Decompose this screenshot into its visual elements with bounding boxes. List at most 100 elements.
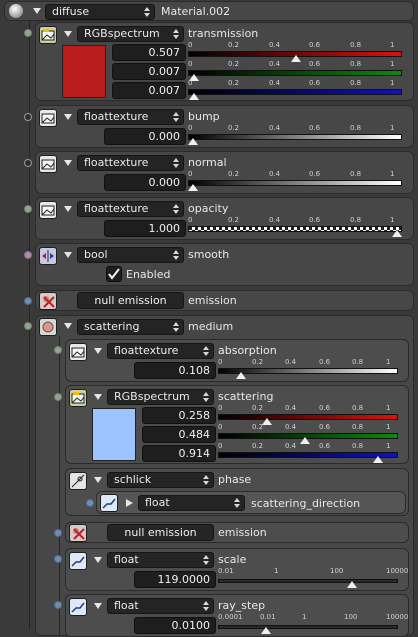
normal-type-dropdown[interactable]: floattexture (77, 155, 184, 171)
scale-type-dropdown[interactable]: float (107, 552, 214, 568)
slider-marker[interactable] (189, 93, 199, 100)
collapse-arrow-icon[interactable] (94, 348, 102, 354)
scattering-r-field[interactable]: 0.258 (142, 407, 216, 424)
collapse-arrow-icon[interactable] (64, 206, 72, 212)
smooth-type-dropdown[interactable]: bool (77, 247, 184, 263)
smooth-checkbox[interactable] (106, 266, 122, 282)
opacity-socket[interactable] (24, 205, 32, 213)
null-emission-icon[interactable] (69, 524, 87, 542)
medium-emission-type-button[interactable]: null emission (107, 524, 214, 541)
normal-value-field[interactable]: 0.000 (104, 174, 186, 191)
absorption-type-dropdown[interactable]: floattexture (107, 343, 214, 359)
absorption-value-field[interactable]: 0.108 (134, 362, 216, 379)
absorption-socket[interactable] (54, 346, 62, 354)
medium-emission-socket[interactable] (54, 529, 62, 537)
texture-icon[interactable] (39, 201, 57, 219)
collapse-arrow-icon[interactable] (64, 114, 72, 120)
ray-step-socket[interactable] (54, 601, 62, 609)
float-icon[interactable] (69, 598, 87, 616)
material-type-dropdown[interactable]: diffuse (45, 4, 155, 20)
scale-slider[interactable]: 0.01 1 100 10000 (218, 567, 408, 589)
bool-icon[interactable] (39, 247, 57, 265)
float-icon[interactable] (69, 552, 87, 570)
slider-marker[interactable] (373, 456, 383, 463)
transmission-g-slider[interactable]: 0 0.2 0.4 0.6 0.8 1 (188, 60, 402, 82)
texture-icon[interactable] (69, 343, 87, 361)
collapse-arrow-icon[interactable] (64, 31, 72, 37)
collapse-arrow-icon[interactable] (64, 323, 72, 329)
slider-track[interactable] (188, 89, 402, 95)
slider-track[interactable] (218, 414, 398, 420)
normal-slider[interactable]: 0 0.2 0.4 0.6 0.8 1 (188, 170, 402, 192)
phase-type-dropdown[interactable]: schlick (107, 472, 214, 488)
slider-track[interactable] (188, 180, 402, 186)
slider-track[interactable] (188, 70, 402, 76)
slider-track[interactable] (188, 134, 402, 140)
scattering-g-slider[interactable]: 0 0.2 0.4 0.6 0.8 1 (218, 423, 398, 445)
bump-socket[interactable] (24, 113, 32, 121)
slider-marker[interactable] (188, 184, 198, 191)
ray-step-type-dropdown[interactable]: float (107, 598, 214, 614)
texture-icon[interactable] (69, 389, 87, 407)
scattering-g-field[interactable]: 0.484 (142, 426, 216, 443)
transmission-r-slider[interactable]: 0 0.2 0.4 0.6 0.8 1 (188, 41, 402, 63)
slider-track[interactable] (218, 625, 398, 629)
collapse-arrow-icon[interactable] (64, 252, 72, 258)
smooth-socket[interactable] (24, 251, 32, 259)
scattering-color-swatch[interactable] (92, 408, 136, 461)
phase-icon[interactable] (69, 472, 87, 490)
texture-icon[interactable] (39, 26, 57, 44)
collapse-arrow-icon[interactable] (33, 8, 41, 14)
transmission-b-slider[interactable]: 0 0.2 0.4 0.6 0.8 1 (188, 79, 402, 101)
medium-socket[interactable] (24, 322, 32, 330)
bump-type-dropdown[interactable]: floattexture (77, 109, 184, 125)
opacity-value-field[interactable]: 1.000 (104, 220, 186, 237)
slider-marker[interactable] (291, 55, 301, 62)
medium-icon[interactable] (39, 318, 57, 336)
texture-icon[interactable] (39, 155, 57, 173)
transmission-b-field[interactable]: 0.007 (112, 82, 186, 99)
collapse-arrow-icon[interactable] (64, 160, 72, 166)
slider-marker[interactable] (236, 372, 246, 379)
scattering-b-field[interactable]: 0.914 (142, 445, 216, 462)
transmission-r-field[interactable]: 0.507 (112, 44, 186, 61)
texture-icon[interactable] (39, 109, 57, 127)
collapse-arrow-icon[interactable] (94, 394, 102, 400)
scattering-r-slider[interactable]: 0 0.2 0.4 0.6 0.8 1 (218, 404, 398, 426)
scattering-b-slider[interactable]: 0 0.2 0.4 0.6 0.8 1 (218, 442, 398, 464)
opacity-slider[interactable]: 0 0.2 0.4 0.6 0.8 1 (188, 216, 402, 238)
scale-value-field[interactable]: 119.0000 (134, 571, 216, 588)
scattering-direction-type-dropdown[interactable]: float (138, 495, 245, 511)
bump-value-field[interactable]: 0.000 (104, 128, 186, 145)
scale-socket[interactable] (54, 555, 62, 563)
medium-type-dropdown[interactable]: scattering (77, 319, 184, 335)
slider-track[interactable] (218, 452, 398, 458)
slider-marker[interactable] (188, 138, 198, 145)
collapse-arrow-icon[interactable] (94, 603, 102, 609)
expand-arrow-icon[interactable] (126, 499, 133, 507)
ray-step-value-field[interactable]: 0.0100 (134, 617, 216, 634)
scattering-socket[interactable] (54, 393, 62, 401)
ray-step-slider[interactable]: 0.0001 0.01 1 100 10000 (218, 613, 408, 635)
slider-marker[interactable] (392, 230, 402, 237)
slider-marker[interactable] (261, 627, 271, 634)
emission-socket[interactable] (24, 297, 32, 305)
slider-marker[interactable] (347, 581, 357, 588)
transmission-g-field[interactable]: 0.007 (112, 63, 186, 80)
slider-track[interactable] (218, 579, 398, 583)
scattering-type-dropdown[interactable]: RGBspectrum (107, 389, 214, 405)
slider-track[interactable] (188, 226, 402, 232)
scattering-direction-socket[interactable] (86, 499, 94, 507)
slider-marker[interactable] (300, 437, 310, 444)
transmission-color-swatch[interactable] (62, 45, 106, 98)
slider-marker[interactable] (262, 418, 272, 425)
collapse-arrow-icon[interactable] (94, 477, 102, 483)
normal-socket[interactable] (24, 159, 32, 167)
transmission-type-dropdown[interactable]: RGBspectrum (77, 26, 184, 42)
bump-slider[interactable]: 0 0.2 0.4 0.6 0.8 1 (188, 124, 402, 146)
opacity-type-dropdown[interactable]: floattexture (77, 201, 184, 217)
collapse-arrow-icon[interactable] (94, 557, 102, 563)
emission-type-button[interactable]: null emission (77, 292, 184, 309)
absorption-slider[interactable]: 0 0.2 0.4 0.6 0.8 1 (218, 358, 398, 380)
float-icon[interactable] (100, 494, 118, 512)
